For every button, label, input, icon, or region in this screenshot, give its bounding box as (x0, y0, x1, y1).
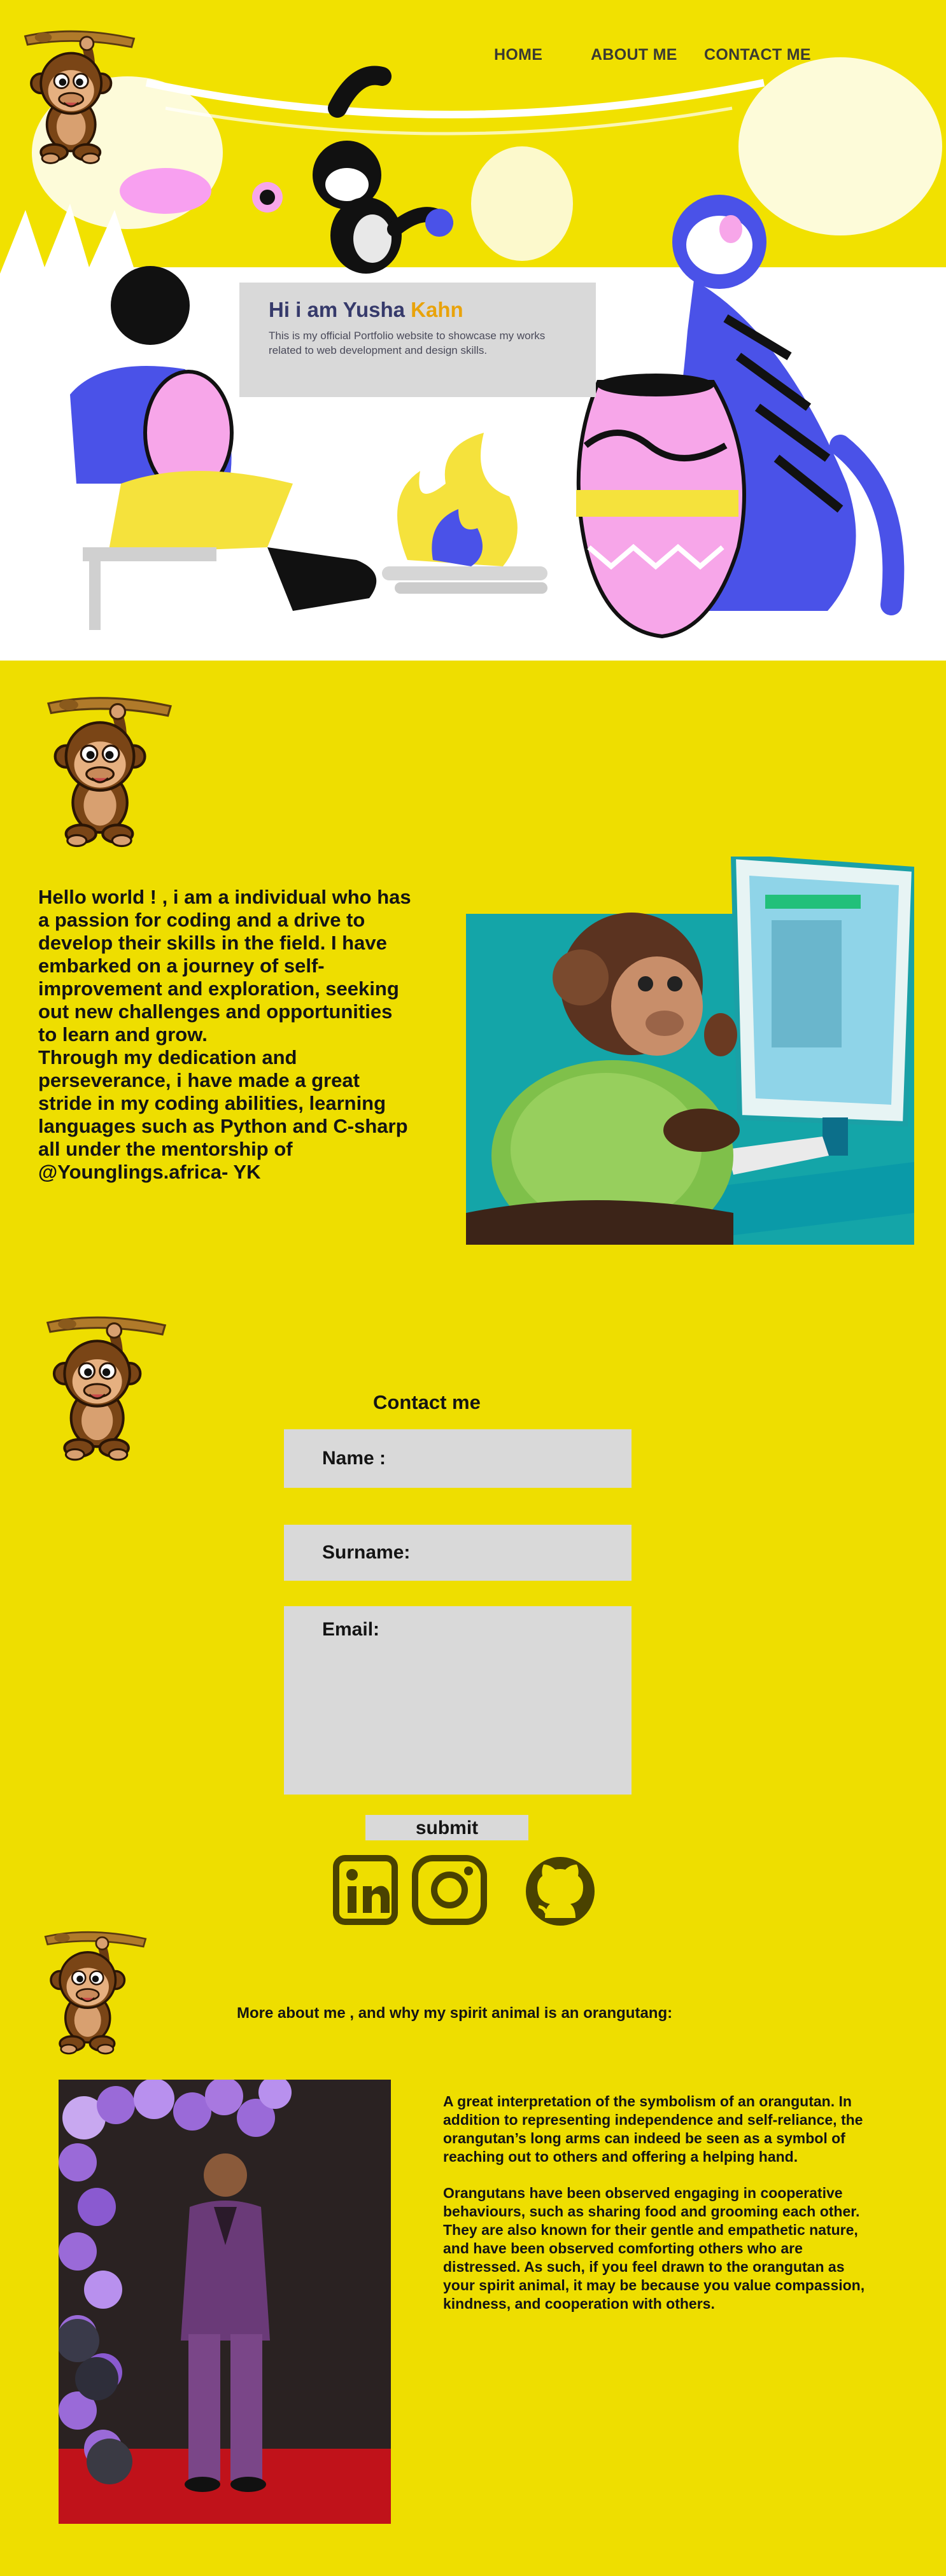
nav-contact-link[interactable]: CONTACT ME (704, 46, 811, 64)
email-field-label: Email: (322, 1619, 380, 1640)
surname-field[interactable]: Surname: (284, 1525, 632, 1581)
about-text: Hello world ! , i am a individual who ha… (38, 886, 411, 1183)
surname-field-label: Surname: (322, 1542, 411, 1563)
hero-section: HOME ABOUT ME CONTACT ME Hi i am Yusha K… (0, 0, 946, 661)
github-icon[interactable] (519, 1854, 601, 1928)
more-heading: More about me , and why my spirit animal… (237, 2005, 673, 2022)
intro-subtitle: This is my official Portfolio website to… (269, 330, 546, 356)
intro-heading: Hi i am Yusha Kahn (269, 298, 567, 322)
linkedin-icon[interactable] (332, 1854, 399, 1926)
instagram-icon[interactable] (410, 1854, 489, 1926)
nav-about-link[interactable]: ABOUT ME (591, 46, 677, 64)
name-field-label: Name : (322, 1448, 386, 1469)
name-field[interactable]: Name : (284, 1429, 632, 1488)
profile-photo (59, 2080, 391, 2524)
monkey-logo-icon (33, 689, 186, 851)
email-field[interactable]: Email: (284, 1606, 632, 1795)
intro-heading-highlight: Kahn (411, 298, 463, 321)
more-text: A great interpretation of the symbolism … (443, 2092, 871, 2331)
monkey-logo-icon (33, 1308, 180, 1465)
nav-home-link[interactable]: HOME (494, 46, 542, 64)
monkey-logo-icon (33, 1924, 158, 2058)
more-paragraph-1: A great interpretation of the symbolism … (443, 2093, 863, 2165)
contact-title: Contact me (373, 1391, 481, 1413)
monkey-coding-illustration (466, 857, 914, 1245)
submit-button[interactable]: submit (365, 1815, 528, 1840)
intro-heading-name: Hi i am Yusha (269, 298, 411, 321)
intro-card: Hi i am Yusha Kahn This is my official P… (239, 283, 596, 397)
more-paragraph-2: Orangutans have been observed engaging i… (443, 2185, 865, 2312)
